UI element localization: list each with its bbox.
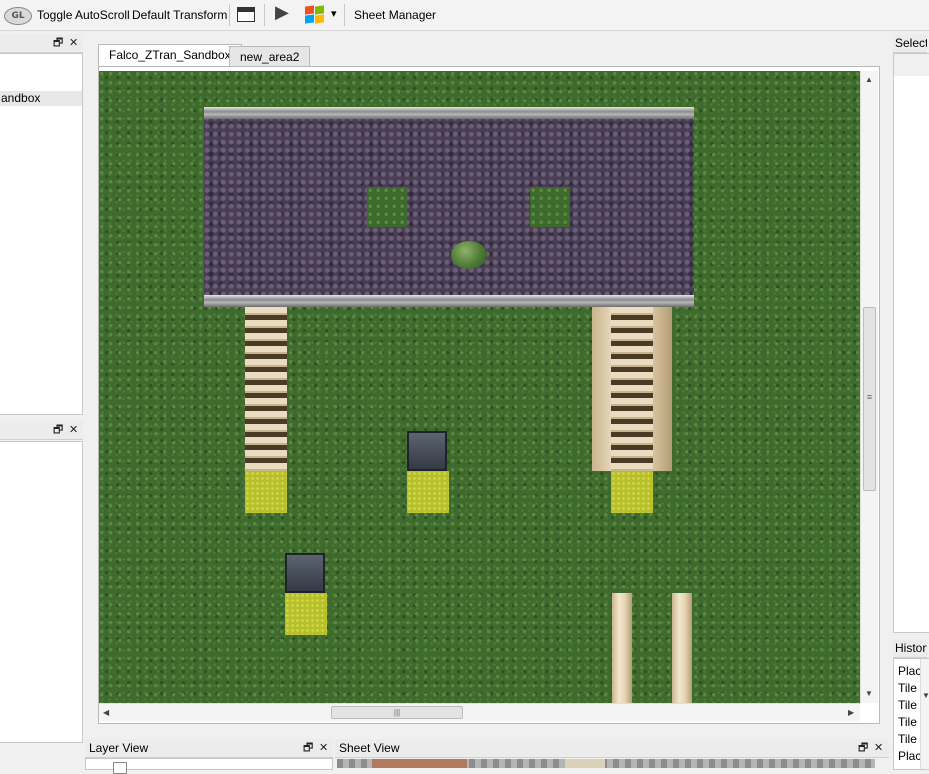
main-toolbar: GL Toggle AutoScroll Default Transform ▶… bbox=[0, 0, 929, 31]
play-icon[interactable]: ▶ bbox=[275, 3, 289, 21]
tree-item[interactable]: andbox bbox=[0, 91, 82, 106]
left-dock-top-title: 🗗 ✕ bbox=[0, 34, 83, 53]
sand-pillar-tile bbox=[612, 593, 632, 703]
left-dock-bottom-body bbox=[0, 441, 83, 743]
float-icon[interactable]: 🗗 bbox=[53, 424, 63, 436]
grass-hole-tile bbox=[530, 187, 570, 227]
crate-sprite bbox=[285, 553, 325, 593]
app-logo-icon: GL bbox=[4, 7, 32, 25]
layer-view-title: Layer View bbox=[85, 739, 333, 758]
selection-dock-title: Selectio bbox=[893, 34, 929, 53]
close-icon[interactable]: ✕ bbox=[69, 37, 78, 49]
float-icon[interactable]: 🗗 bbox=[303, 742, 313, 754]
selection-title: Selectio bbox=[893, 34, 927, 53]
toolbar-separator bbox=[344, 4, 345, 26]
tile-sheet-preview[interactable] bbox=[337, 759, 875, 768]
ladder-tile bbox=[611, 307, 653, 471]
vertical-scroll-thumb[interactable]: ≡ bbox=[863, 307, 876, 491]
float-icon[interactable]: 🗗 bbox=[858, 742, 868, 754]
yellow-pad-tile bbox=[245, 471, 287, 513]
default-transform-button[interactable]: Default Transform bbox=[132, 7, 227, 23]
horizontal-scroll-thumb[interactable]: ||| bbox=[331, 706, 463, 719]
tab-falco-ztran-sandbox[interactable]: Falco_ZTran_Sandbox bbox=[98, 44, 242, 67]
sheet-manager-button[interactable]: Sheet Manager bbox=[354, 7, 436, 23]
bush-sprite bbox=[451, 241, 487, 269]
close-icon[interactable]: ✕ bbox=[69, 424, 78, 436]
history-title: History bbox=[893, 639, 927, 658]
scroll-down-icon[interactable]: ▼ bbox=[922, 691, 929, 701]
sheet-view-dock: Sheet View 🗗 ✕ bbox=[335, 739, 889, 768]
left-dock-bottom-title: 🗗 ✕ bbox=[0, 421, 83, 440]
left-dock-top-body: andbox bbox=[0, 53, 83, 415]
layer-checkbox[interactable] bbox=[113, 762, 127, 774]
scroll-up-icon[interactable]: ▲ bbox=[865, 75, 873, 85]
history-list: Place Tile C Tile C Tile C Tile C Place … bbox=[893, 658, 929, 770]
windows-flag-icon[interactable] bbox=[305, 5, 325, 24]
rail-top-tile bbox=[204, 107, 694, 119]
sheet-view-title: Sheet View bbox=[335, 739, 889, 758]
scroll-right-icon[interactable]: ▶ bbox=[848, 708, 854, 718]
map-vertical-scrollbar[interactable]: ▲ ≡ ▼ bbox=[860, 71, 878, 703]
grass-hole-tile bbox=[367, 187, 407, 227]
history-dock-title: History bbox=[893, 639, 929, 658]
yellow-pad-tile bbox=[407, 471, 449, 513]
sand-pillar-tile bbox=[672, 593, 692, 703]
close-icon[interactable]: ✕ bbox=[319, 742, 328, 754]
float-icon[interactable]: 🗗 bbox=[53, 37, 63, 49]
grip-icon: ≡ bbox=[866, 392, 873, 402]
yellow-pad-tile bbox=[611, 471, 653, 513]
stone-floor-tile bbox=[204, 107, 694, 305]
crate-sprite bbox=[407, 431, 447, 471]
rail-bottom-tile bbox=[204, 295, 694, 307]
tab-new-area2[interactable]: new_area2 bbox=[229, 46, 311, 67]
scroll-left-icon[interactable]: ◀ bbox=[103, 708, 109, 718]
window-icon[interactable] bbox=[237, 7, 255, 22]
map-horizontal-scrollbar[interactable]: ◀ ||| ▶ bbox=[99, 703, 860, 721]
scroll-down-icon[interactable]: ▼ bbox=[865, 689, 873, 699]
ladder-tile bbox=[245, 307, 287, 471]
toolbar-separator bbox=[264, 4, 265, 26]
toggle-autoscroll-button[interactable]: Toggle AutoScroll bbox=[37, 7, 130, 23]
toolbar-separator bbox=[229, 4, 230, 26]
layer-view-dock: Layer View 🗗 ✕ bbox=[85, 739, 333, 774]
chevron-down-icon[interactable]: ▾ bbox=[331, 6, 337, 22]
yellow-pad-tile bbox=[285, 593, 327, 635]
close-icon[interactable]: ✕ bbox=[874, 742, 883, 754]
selection-dock-body bbox=[893, 53, 929, 633]
grip-icon: ||| bbox=[393, 708, 401, 717]
map-canvas[interactable] bbox=[99, 71, 860, 703]
